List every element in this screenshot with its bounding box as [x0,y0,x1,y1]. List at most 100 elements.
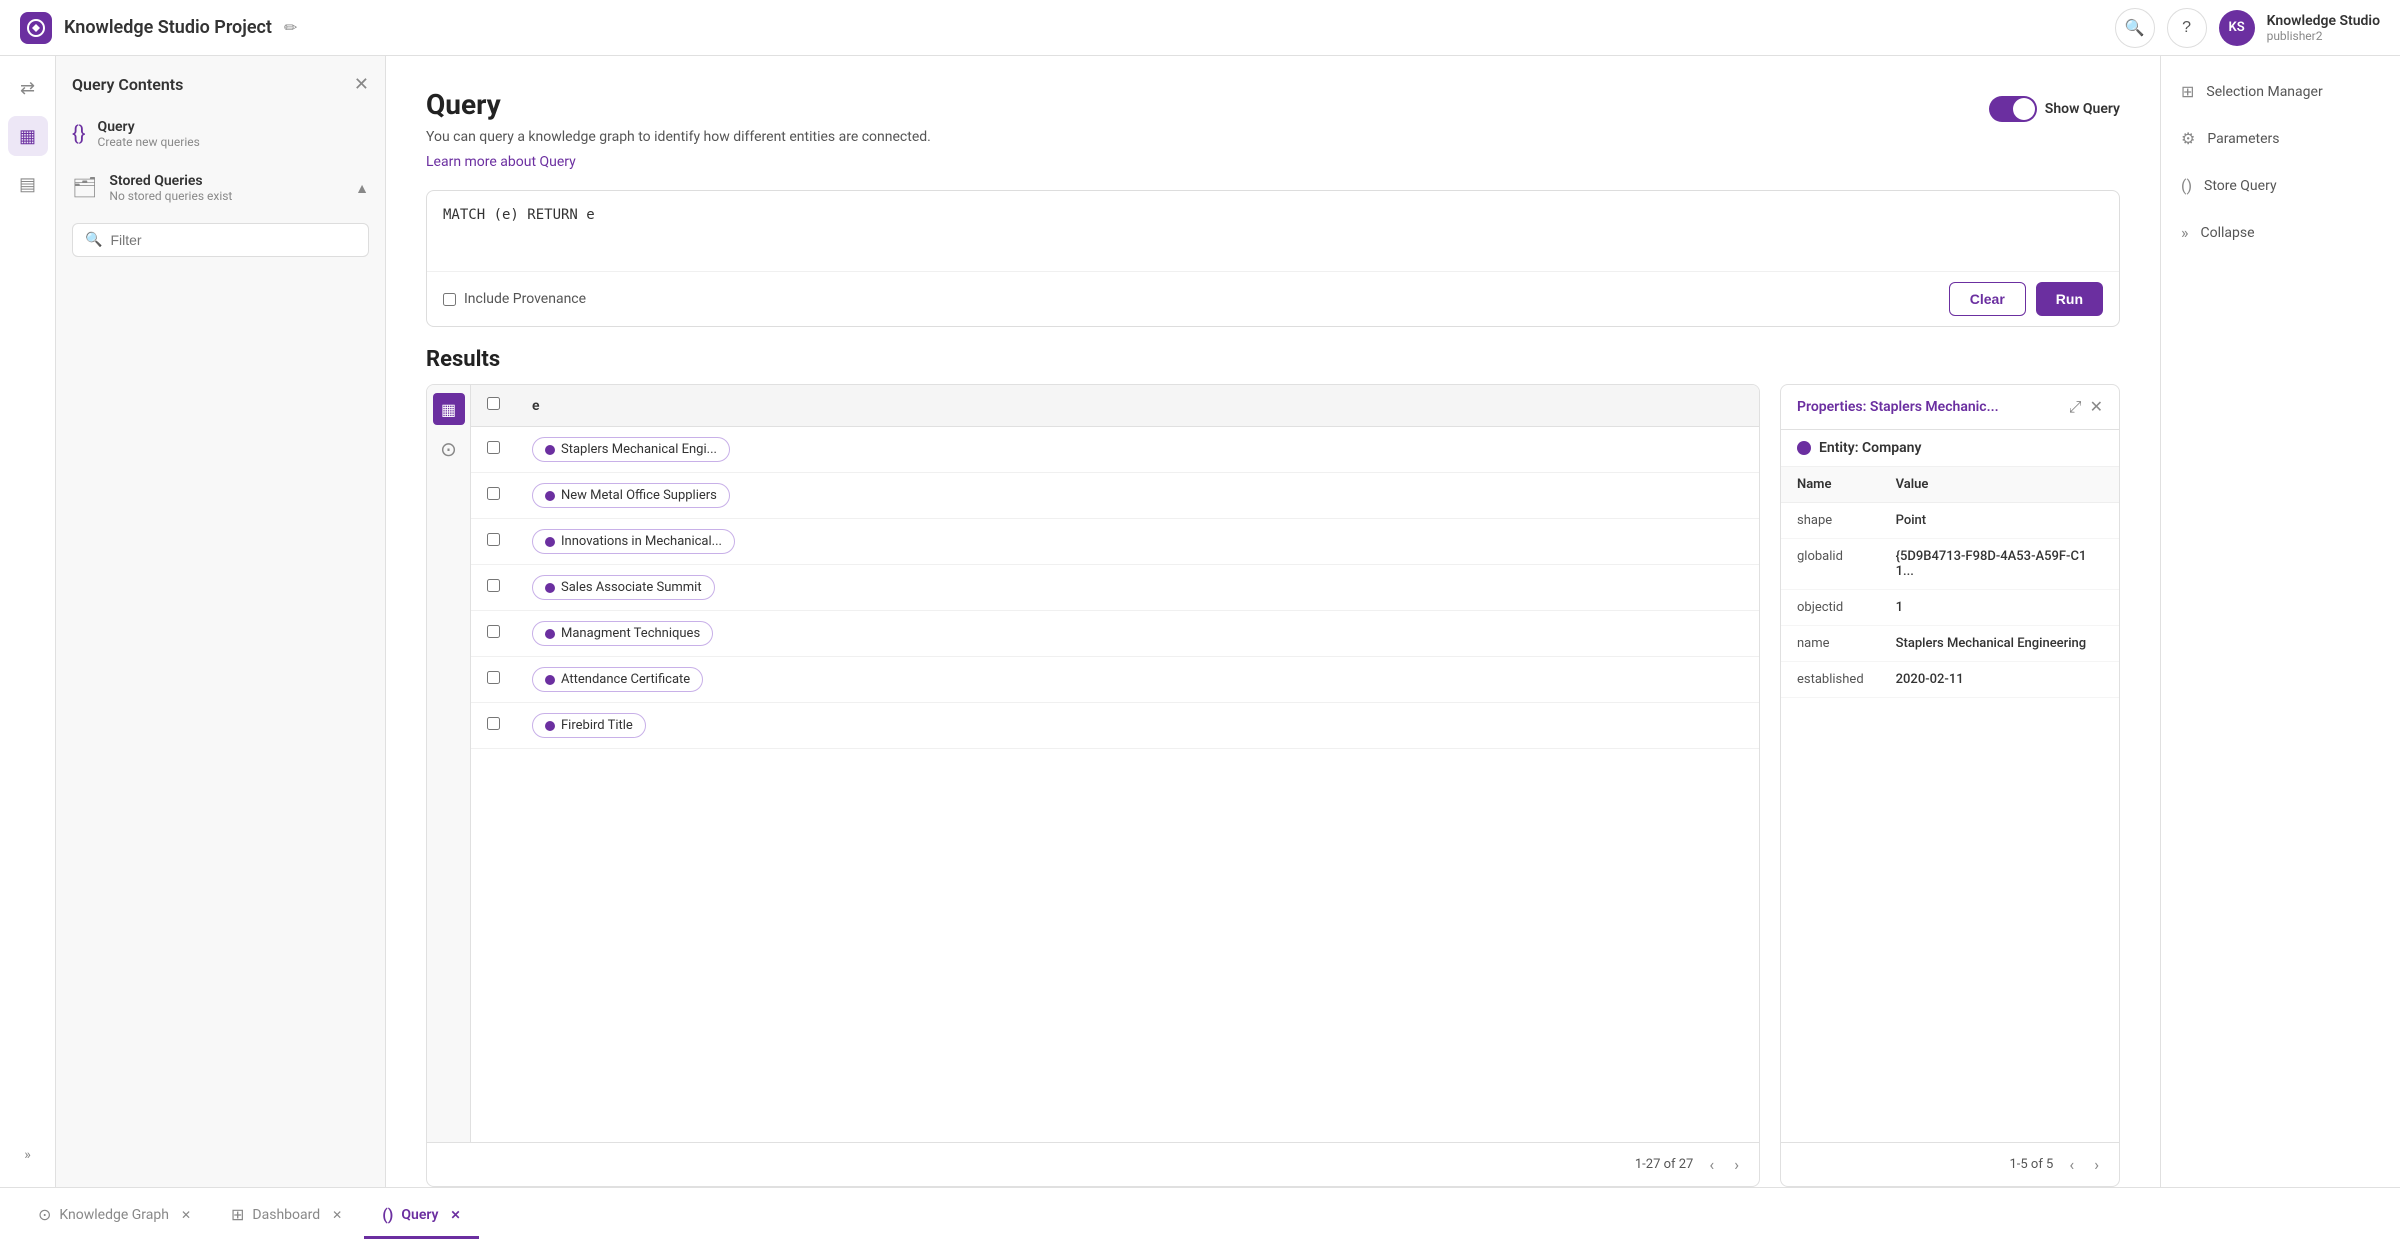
prop-value: 2020-02-11 [1880,662,2119,698]
icon-bar-collapse[interactable]: » [8,1135,48,1175]
stored-queries-chevron[interactable]: ▲ [355,180,369,197]
store-query-icon: () [2181,176,2192,195]
query-item-sub: Create new queries [98,135,200,149]
props-pagination-info: 1-5 of 5 [2009,1157,2053,1172]
table-row: Firebird Title [471,703,1759,749]
provenance-checkbox[interactable]: Include Provenance [443,291,586,307]
collapse-label: Collapse [2201,225,2255,241]
props-prev-button[interactable]: ‹ [2065,1153,2078,1176]
query-editor-text[interactable]: MATCH (e) RETURN e [427,191,2119,271]
help-button[interactable]: ? [2167,8,2207,48]
dashboard-tab-label: Dashboard [252,1207,320,1223]
entity-chip[interactable]: Managment Techniques [532,621,713,646]
knowledge-graph-tab-icon: ⊙ [38,1205,51,1224]
left-panel-title: Query Contents [72,75,183,94]
props-row: nameStaplers Mechanical Engineering [1781,626,2119,662]
stored-queries-label: Stored Queries [109,173,232,189]
right-menu-item-selection-manager[interactable]: ⊞ Selection Manager [2161,68,2400,115]
show-query-toggle[interactable]: Show Query [1989,96,2120,122]
icon-bar-users[interactable]: ⇄ [8,68,48,108]
right-menu: ⊞ Selection Manager ⚙ Parameters ()Store Que… [2160,56,2400,1187]
left-panel: Query Contents ✕ {} Query Create new que… [56,56,386,1187]
prop-value: 1 [1880,590,2119,626]
icon-bar-grid[interactable]: ▤ [8,164,48,204]
props-expand-icon[interactable]: ⤢ [2069,397,2082,417]
entity-chip[interactable]: Attendance Certificate [532,667,703,692]
clear-button[interactable]: Clear [1949,282,2026,316]
entity-dot [545,491,555,501]
bottom-tab-bar: ⊙Knowledge Graph✕⊞Dashboard✕()Query✕ [0,1187,2400,1239]
entity-chip[interactable]: New Metal Office Suppliers [532,483,730,508]
props-close-icon[interactable]: ✕ [2090,397,2103,417]
selection-manager-label: Selection Manager [2206,84,2322,100]
column-header-e: e [516,385,1759,427]
user-role: publisher2 [2267,29,2380,43]
show-query-label: Show Query [2045,101,2120,117]
user-name: Knowledge Studio [2267,13,2380,29]
row-checkbox[interactable] [487,487,500,500]
right-menu-item-collapse[interactable]: »Collapse [2161,209,2400,256]
row-checkbox[interactable] [487,717,500,730]
entity-chip-label: Staplers Mechanical Engi... [561,442,717,457]
dashboard-tab-close[interactable]: ✕ [332,1208,342,1222]
select-all-checkbox[interactable] [487,397,500,410]
prop-name: name [1781,626,1880,662]
props-title: Properties: Staplers Mechanic... [1797,399,1999,415]
row-checkbox[interactable] [487,625,500,638]
entity-chip-label: Managment Techniques [561,626,700,641]
row-checkbox[interactable] [487,579,500,592]
icon-bar: ⇄ ▦ ▤ » [0,56,56,1187]
right-menu-item-parameters[interactable]: ⚙ Parameters [2161,115,2400,162]
table-row: Innovations in Mechanical... [471,519,1759,565]
row-checkbox[interactable] [487,441,500,454]
entity-chip-label: Innovations in Mechanical... [561,534,722,549]
topbar: Knowledge Studio Project ✏ 🔍 ? KS Knowle… [0,0,2400,56]
app-title: Knowledge Studio Project [64,17,272,38]
entity-value: Company [1862,440,1921,456]
entity-chip[interactable]: Staplers Mechanical Engi... [532,437,730,462]
entity-dot [545,537,555,547]
entity-chip[interactable]: Innovations in Mechanical... [532,529,735,554]
parameters-icon: ⚙ [2181,129,2195,148]
stored-queries-sub: No stored queries exist [109,189,232,203]
row-checkbox[interactable] [487,533,500,546]
query-item[interactable]: {} Query Create new queries [72,107,369,161]
properties-panel: Properties: Staplers Mechanic... ⤢ ✕ Ent… [1780,384,2120,1187]
selection-manager-icon: ⊞ [2181,82,2194,101]
parameters-label: Parameters [2207,131,2279,147]
entity-dot [545,583,555,593]
tab-knowledge-graph[interactable]: ⊙ Knowledge Graph ✕ [20,1193,209,1239]
tab-dashboard[interactable]: ⊞Dashboard✕ [213,1193,360,1239]
entity-dot [545,721,555,731]
table-row: New Metal Office Suppliers [471,473,1759,519]
prop-value: Point [1880,503,2119,539]
entity-chip[interactable]: Firebird Title [532,713,646,738]
row-checkbox[interactable] [487,671,500,684]
prop-value: {5D9B4713-F98D-4A53-A59F-C11... [1880,539,2119,590]
entity-chip-label: Attendance Certificate [561,672,690,687]
prop-name: objectid [1781,590,1880,626]
icon-bar-layers[interactable]: ▦ [8,116,48,156]
entity-chip[interactable]: Sales Associate Summit [532,575,715,600]
prev-page-button[interactable]: ‹ [1705,1153,1718,1176]
query-tab-close[interactable]: ✕ [451,1208,461,1222]
props-row: shapePoint [1781,503,2119,539]
edit-icon[interactable]: ✏ [284,18,297,37]
query-tab-label: Query [401,1207,438,1223]
query-description: You can query a knowledge graph to ident… [426,129,931,145]
query-item-label: Query [98,119,200,135]
knowledge-graph-tab-close[interactable]: ✕ [181,1208,191,1222]
entity-chip-label: Firebird Title [561,718,633,733]
table-view-button[interactable]: ▦ [433,393,465,425]
props-next-button[interactable]: › [2090,1153,2103,1176]
search-button[interactable]: 🔍 [2115,8,2155,48]
run-button[interactable]: Run [2036,282,2103,316]
left-panel-close-icon[interactable]: ✕ [354,74,369,95]
filter-input[interactable] [110,232,356,248]
next-page-button[interactable]: › [1730,1153,1743,1176]
tab-query[interactable]: ()Query✕ [364,1193,478,1239]
right-menu-item-store-query[interactable]: ()Store Query [2161,162,2400,209]
knowledge-graph-tab-label: Knowledge Graph [59,1207,169,1223]
graph-view-button[interactable]: ⊙ [433,433,465,465]
query-learn-link[interactable]: Learn more about Query [426,154,576,170]
